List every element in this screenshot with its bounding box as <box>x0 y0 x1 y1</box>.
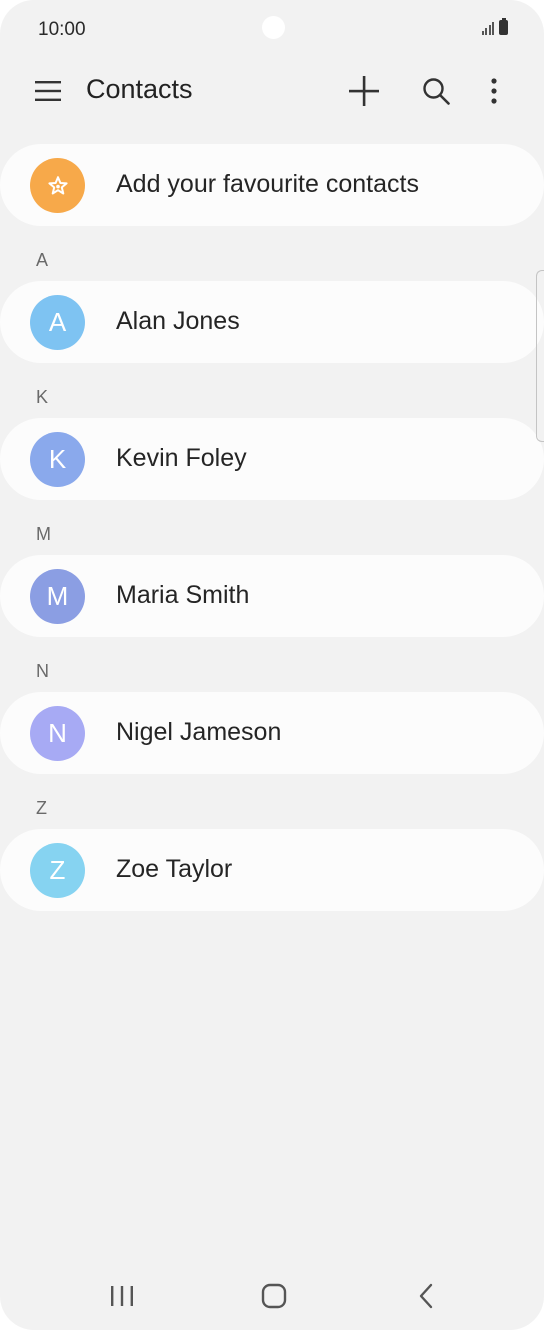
back-chevron-icon[interactable] <box>404 1278 448 1314</box>
app-toolbar: Contacts <box>0 60 544 122</box>
plus-icon[interactable] <box>342 69 386 113</box>
section-header: K <box>36 387 49 407</box>
contact-item[interactable]: Z Zoe Taylor <box>0 829 544 911</box>
section-header: Z <box>36 798 47 818</box>
contact-item[interactable]: K Kevin Foley <box>0 418 544 500</box>
add-favourites-label: Add your favourite contacts <box>116 170 419 198</box>
status-icons <box>481 18 508 35</box>
section-header: M <box>36 524 51 544</box>
fast-scroll-handle[interactable] <box>536 270 544 442</box>
system-nav-bar <box>0 1264 544 1330</box>
star-icon <box>47 175 68 194</box>
phone-screen: 10:00 Contacts Add your favourite contac… <box>0 0 544 1330</box>
signal-icon <box>481 21 494 35</box>
contact-name: Maria Smith <box>116 581 250 609</box>
hamburger-menu-icon[interactable] <box>26 69 70 113</box>
page-title: Contacts <box>86 74 193 104</box>
contact-avatar: A <box>30 295 85 350</box>
contact-avatar: M <box>30 569 85 624</box>
section-header: A <box>36 250 49 270</box>
favourite-avatar <box>30 158 85 213</box>
contact-name: Kevin Foley <box>116 444 247 472</box>
contact-avatar: K <box>30 432 85 487</box>
section-header: N <box>36 661 49 681</box>
contact-item[interactable]: A Alan Jones <box>0 281 544 363</box>
contact-avatar: Z <box>30 843 85 898</box>
contact-item[interactable]: M Maria Smith <box>0 555 544 637</box>
contact-name: Zoe Taylor <box>116 855 233 883</box>
camera-cutout <box>262 16 285 39</box>
recent-apps-icon[interactable] <box>100 1278 144 1314</box>
contact-avatar: N <box>30 706 85 761</box>
contact-item[interactable]: N Nigel Jameson <box>0 692 544 774</box>
home-icon[interactable] <box>252 1278 296 1314</box>
more-vertical-icon[interactable] <box>472 69 516 113</box>
battery-icon <box>499 18 508 35</box>
contact-name: Nigel Jameson <box>116 718 282 746</box>
search-icon[interactable] <box>414 69 458 113</box>
status-time: 10:00 <box>38 19 86 40</box>
contact-name: Alan Jones <box>116 307 240 335</box>
add-favourites-card[interactable]: Add your favourite contacts <box>0 144 544 226</box>
